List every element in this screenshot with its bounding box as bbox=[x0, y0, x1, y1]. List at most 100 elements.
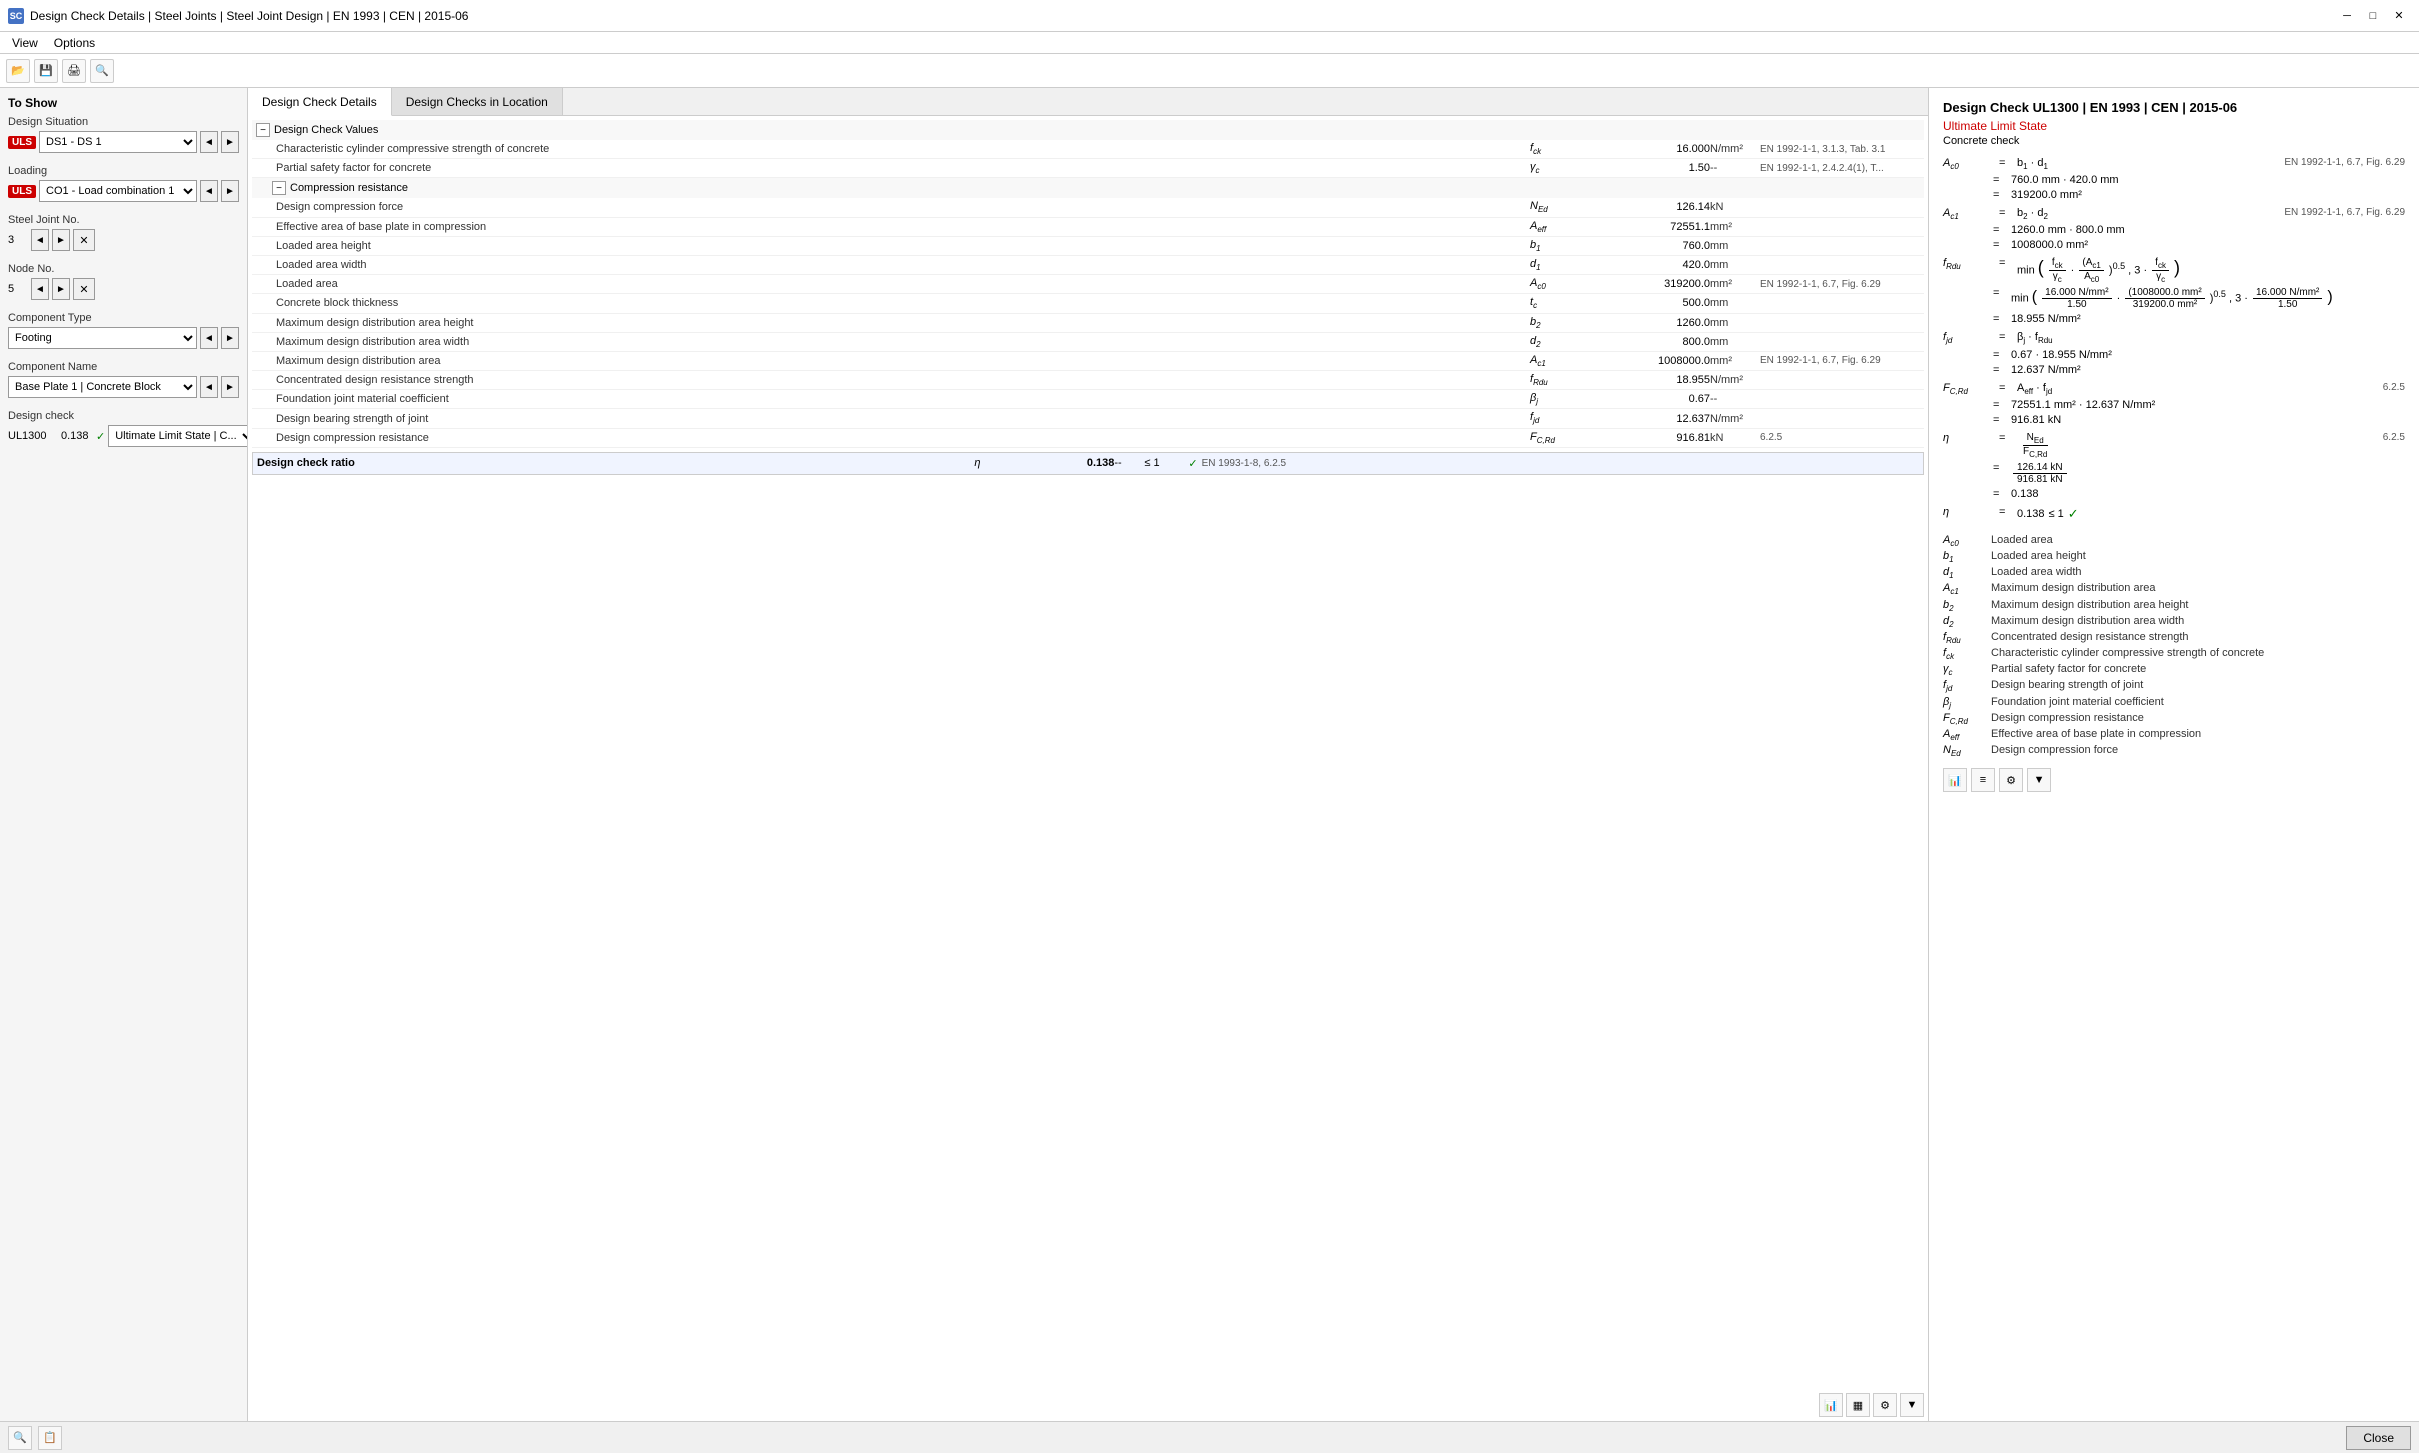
steel-joint-prev[interactable]: ◄ bbox=[31, 229, 49, 251]
tab-design-check-details[interactable]: Design Check Details bbox=[248, 88, 392, 116]
center-panel: Design Check Details Design Checks in Lo… bbox=[248, 88, 1929, 1421]
close-window-button[interactable]: ✕ bbox=[2387, 6, 2411, 26]
component-type-next[interactable]: ► bbox=[221, 327, 239, 349]
row-value: 319200.0 bbox=[1590, 278, 1710, 290]
minimize-button[interactable]: ─ bbox=[2335, 6, 2359, 26]
legend-sym: Ac1 bbox=[1943, 582, 1983, 596]
icon-btn-3[interactable]: ⚙ bbox=[1873, 1393, 1897, 1417]
result-check-icon: ✓ bbox=[1188, 457, 1197, 470]
close-button[interactable]: Close bbox=[2346, 1426, 2411, 1450]
section-header-compression[interactable]: − Compression resistance bbox=[252, 178, 1924, 198]
section-toggle-compression[interactable]: − bbox=[272, 181, 286, 195]
row-label: Loaded area height bbox=[276, 240, 1530, 252]
toolbar-print-button[interactable]: 🖨 bbox=[62, 59, 86, 83]
section-header-main[interactable]: − Design Check Values bbox=[252, 120, 1924, 140]
legend-sym: βj bbox=[1943, 696, 1983, 710]
formula-row-ac0-2: = 760.0 mm · 420.0 mm bbox=[1943, 174, 2405, 186]
toolbar-save-button[interactable]: 💾 bbox=[34, 59, 58, 83]
legend-sym: b2 bbox=[1943, 599, 1983, 613]
expr-fjd-2: 0.67 · 18.955 N/mm² bbox=[2011, 349, 2405, 361]
menu-view[interactable]: View bbox=[4, 34, 46, 52]
component-type-select[interactable]: Footing bbox=[8, 327, 197, 349]
eq-frdu-3: = bbox=[1993, 313, 2005, 325]
legend-desc: Loaded area width bbox=[1991, 566, 2405, 580]
expr-eta-final: 0.138 ≤ 1 ✓ bbox=[2017, 506, 2405, 522]
icon-btn-4[interactable]: ▼ bbox=[1900, 1393, 1924, 1417]
component-type-prev[interactable]: ◄ bbox=[200, 327, 218, 349]
expr-frdu-2: min ( 16.000 N/mm² 1.50 · (1008000.0 mm²… bbox=[2011, 287, 2405, 310]
legend-desc: Maximum design distribution area bbox=[1991, 582, 2405, 596]
row-ref: EN 1992-1-1, 3.1.3, Tab. 3.1 bbox=[1760, 144, 1920, 155]
design-situation-prev[interactable]: ◄ bbox=[200, 131, 218, 153]
row-unit: mm bbox=[1710, 336, 1760, 348]
row-symbol: fck bbox=[1530, 142, 1590, 156]
right-icon-btn-4[interactable]: ▼ bbox=[2027, 768, 2051, 792]
steel-joint-reset[interactable]: ✕ bbox=[73, 229, 95, 251]
legend-sym: fck bbox=[1943, 647, 1983, 661]
formula-eta: η = NEd FC,Rd 6.2.5 = 126.14 kN 916.81 k… bbox=[1943, 432, 2405, 500]
table-row: Loaded area height b1 760.0 mm bbox=[252, 237, 1924, 256]
section-toggle-main[interactable]: − bbox=[256, 123, 270, 137]
formula-row-frdu-3: = 18.955 N/mm² bbox=[1943, 313, 2405, 325]
component-name-prev[interactable]: ◄ bbox=[200, 376, 218, 398]
row-unit: mm bbox=[1710, 240, 1760, 252]
formula-row-ac0-3: = 319200.0 mm² bbox=[1943, 189, 2405, 201]
legend-desc: Concentrated design resistance strength bbox=[1991, 631, 2405, 645]
table-row: Design bearing strength of joint fjd 12.… bbox=[252, 409, 1924, 428]
row-symbol: b1 bbox=[1530, 239, 1590, 253]
legend-desc: Characteristic cylinder compressive stre… bbox=[1991, 647, 2405, 661]
legend-row: b1 Loaded area height bbox=[1943, 550, 2405, 564]
toolbar-zoom-button[interactable]: 🔍 bbox=[90, 59, 114, 83]
node-next[interactable]: ► bbox=[52, 278, 70, 300]
ref-ac1: EN 1992-1-1, 6.7, Fig. 6.29 bbox=[2265, 207, 2405, 218]
steel-joint-next[interactable]: ► bbox=[52, 229, 70, 251]
node-reset[interactable]: ✕ bbox=[73, 278, 95, 300]
design-situation-next[interactable]: ► bbox=[221, 131, 239, 153]
legend-sym: fRdu bbox=[1943, 631, 1983, 645]
status-info-button[interactable]: 📋 bbox=[38, 1426, 62, 1450]
loading-prev[interactable]: ◄ bbox=[200, 180, 218, 202]
expr-ac1-3: 1008000.0 mm² bbox=[2011, 239, 2405, 251]
right-icon-btn-1[interactable]: 📊 bbox=[1943, 768, 1967, 792]
eq-ac0-3: = bbox=[1993, 189, 2005, 201]
loading-next[interactable]: ► bbox=[221, 180, 239, 202]
node-no-label: Node No. bbox=[8, 263, 239, 275]
right-icon-btn-2[interactable]: ≡ bbox=[1971, 768, 1995, 792]
eq-ac0: = bbox=[1999, 157, 2011, 169]
row-value: 12.637 bbox=[1590, 413, 1710, 425]
loading-select[interactable]: CO1 - Load combination 1 bbox=[39, 180, 197, 202]
design-check-select[interactable]: Ultimate Limit State | C... bbox=[108, 425, 248, 447]
design-check-id: UL1300 bbox=[8, 430, 58, 442]
component-name-select[interactable]: Base Plate 1 | Concrete Block bbox=[8, 376, 197, 398]
component-type-row: Footing ◄ ► bbox=[8, 327, 239, 349]
toolbar-open-button[interactable]: 📂 bbox=[6, 59, 30, 83]
icon-btn-1[interactable]: 📊 bbox=[1819, 1393, 1843, 1417]
eq-ac1: = bbox=[1999, 207, 2011, 219]
row-symbol: γc bbox=[1530, 161, 1590, 175]
sym-fcrd: FC,Rd bbox=[1943, 382, 1993, 396]
menu-options[interactable]: Options bbox=[46, 34, 103, 52]
node-no-group: Node No. 5 ◄ ► ✕ bbox=[8, 263, 239, 300]
tab-design-checks-location[interactable]: Design Checks in Location bbox=[392, 88, 563, 115]
title-bar: SC Design Check Details | Steel Joints |… bbox=[0, 0, 2419, 32]
table-row: Maximum design distribution area width d… bbox=[252, 333, 1924, 352]
formula-row-frdu-1: fRdu = min ( fck γc · (Ac1 Ac0 )0.5 , 3 … bbox=[1943, 257, 2405, 284]
formula-row-eta-1: η = NEd FC,Rd 6.2.5 bbox=[1943, 432, 2405, 459]
node-prev[interactable]: ◄ bbox=[31, 278, 49, 300]
design-check-label: Design check bbox=[8, 410, 239, 422]
sym-eta: η bbox=[1943, 432, 1993, 444]
row-unit: N/mm² bbox=[1710, 374, 1760, 386]
formula-row-ac1-1: Ac1 = b2 · d2 EN 1992-1-1, 6.7, Fig. 6.2… bbox=[1943, 207, 2405, 221]
row-value: 72551.1 bbox=[1590, 221, 1710, 233]
row-ref: EN 1992-1-1, 6.7, Fig. 6.29 bbox=[1760, 279, 1920, 290]
component-name-next[interactable]: ► bbox=[221, 376, 239, 398]
legend-sym: NEd bbox=[1943, 744, 1983, 758]
maximize-button[interactable]: □ bbox=[2361, 6, 2385, 26]
status-search-button[interactable]: 🔍 bbox=[8, 1426, 32, 1450]
menu-bar: View Options bbox=[0, 32, 2419, 54]
row-ref: 6.2.5 bbox=[1760, 432, 1920, 443]
icon-btn-2[interactable]: ▦ bbox=[1846, 1393, 1870, 1417]
right-icon-btn-3[interactable]: ⚙ bbox=[1999, 768, 2023, 792]
result-ref: EN 1993-1-8, 6.2.5 bbox=[1202, 458, 1919, 469]
design-situation-select[interactable]: DS1 - DS 1 bbox=[39, 131, 197, 153]
